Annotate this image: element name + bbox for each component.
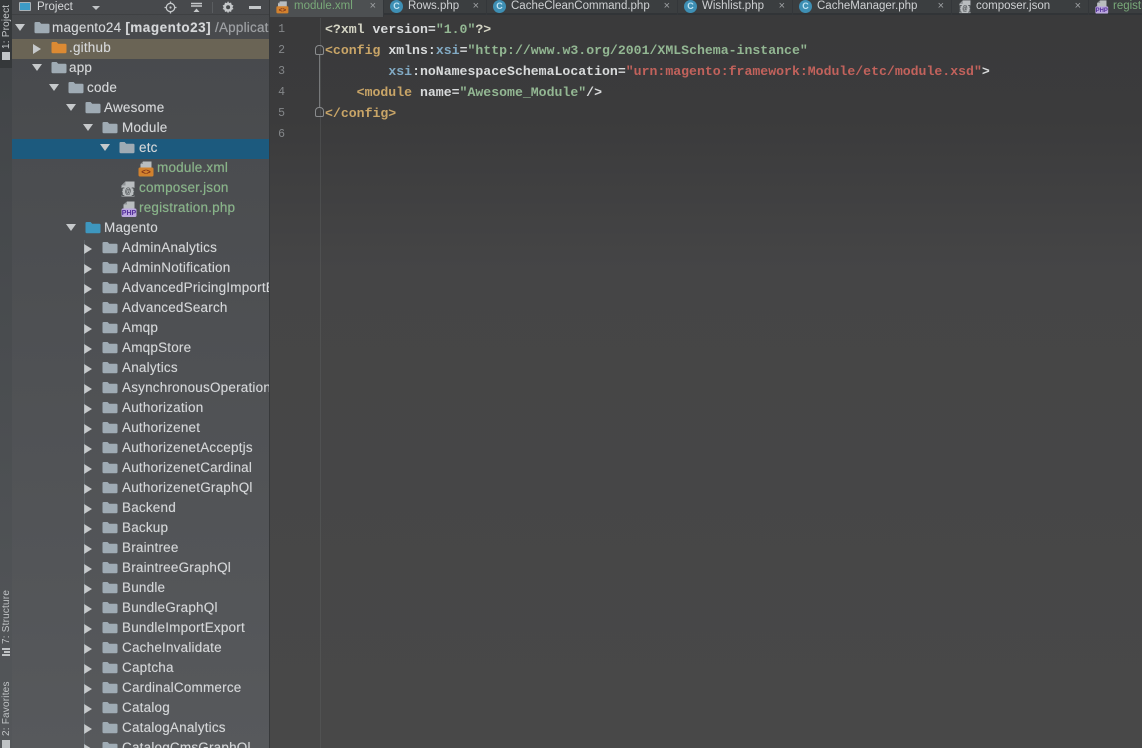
svg-text:{@}: {@}	[121, 186, 135, 197]
svg-text:PHP: PHP	[1096, 8, 1108, 14]
svg-text:<>: <>	[279, 7, 287, 14]
svg-text:<>: <>	[141, 169, 151, 177]
svg-text:{@}: {@}	[959, 5, 971, 14]
svg-text:PHP: PHP	[122, 210, 137, 217]
